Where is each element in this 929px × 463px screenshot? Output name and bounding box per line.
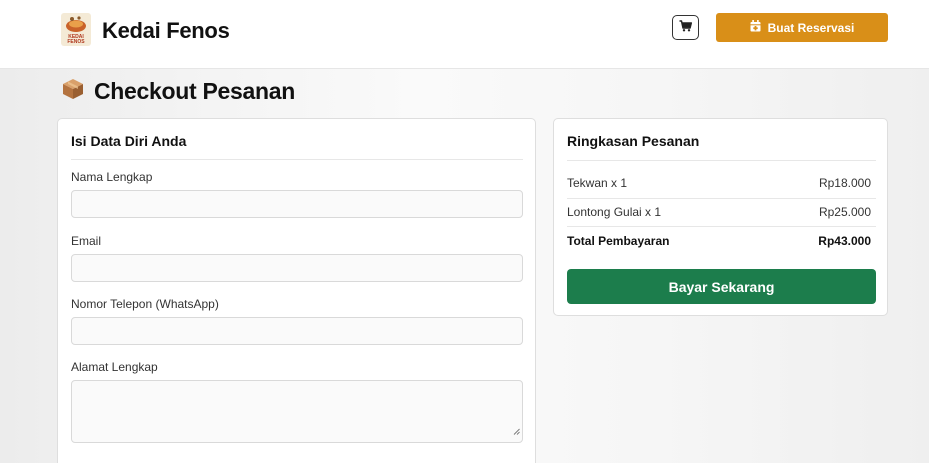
form-title: Isi Data Diri Anda	[71, 133, 187, 149]
order-item-price: Rp25.000	[818, 205, 871, 219]
pay-now-button[interactable]: Bayar Sekarang	[567, 269, 876, 304]
brand-logo[interactable]: KEDAI FENOS	[61, 13, 91, 46]
email-label: Email	[71, 234, 102, 248]
package-icon	[62, 78, 84, 105]
resize-grip-icon[interactable]	[513, 422, 520, 440]
order-item-row: Tekwan x 1 Rp18.000	[567, 173, 871, 193]
phone-label: Nomor Telepon (WhatsApp)	[71, 297, 219, 311]
summary-title: Ringkasan Pesanan	[567, 133, 700, 149]
brand-name[interactable]: Kedai Fenos	[102, 18, 230, 44]
address-label: Alamat Lengkap	[71, 360, 158, 374]
order-item-row: Lontong Gulai x 1 Rp25.000	[567, 202, 871, 222]
svg-text:FENOS: FENOS	[67, 39, 85, 45]
order-item-price: Rp18.000	[818, 176, 871, 190]
personal-data-form: Isi Data Diri Anda Nama Lengkap Email No…	[57, 118, 536, 463]
total-label: Total Pembayaran	[567, 234, 670, 248]
calendar-icon	[750, 20, 761, 35]
cart-icon	[679, 19, 693, 37]
total-value: Rp43.000	[818, 234, 871, 248]
page-heading: Checkout Pesanan	[62, 74, 295, 108]
full-name-label: Nama Lengkap	[71, 170, 153, 184]
page-title: Checkout Pesanan	[94, 77, 295, 104]
form-divider	[71, 159, 523, 160]
full-name-input[interactable]	[71, 190, 523, 218]
make-reservation-label: Buat Reservasi	[767, 20, 855, 35]
cart-button[interactable]	[672, 15, 699, 40]
summary-row-divider	[567, 198, 876, 199]
summary-row-divider	[567, 226, 876, 227]
order-item-name: Tekwan x 1	[567, 176, 628, 190]
order-item-name: Lontong Gulai x 1	[567, 205, 662, 219]
top-header: KEDAI FENOS Kedai Fenos Buat Reservasi	[0, 0, 929, 69]
phone-input[interactable]	[71, 317, 523, 345]
email-input[interactable]	[71, 254, 523, 282]
summary-divider	[567, 160, 876, 161]
make-reservation-button[interactable]: Buat Reservasi	[716, 13, 888, 42]
order-total-row: Total Pembayaran Rp43.000	[567, 231, 871, 251]
order-summary-card: Ringkasan Pesanan Tekwan x 1 Rp18.000 Lo…	[553, 118, 888, 316]
address-textarea[interactable]	[71, 380, 523, 443]
